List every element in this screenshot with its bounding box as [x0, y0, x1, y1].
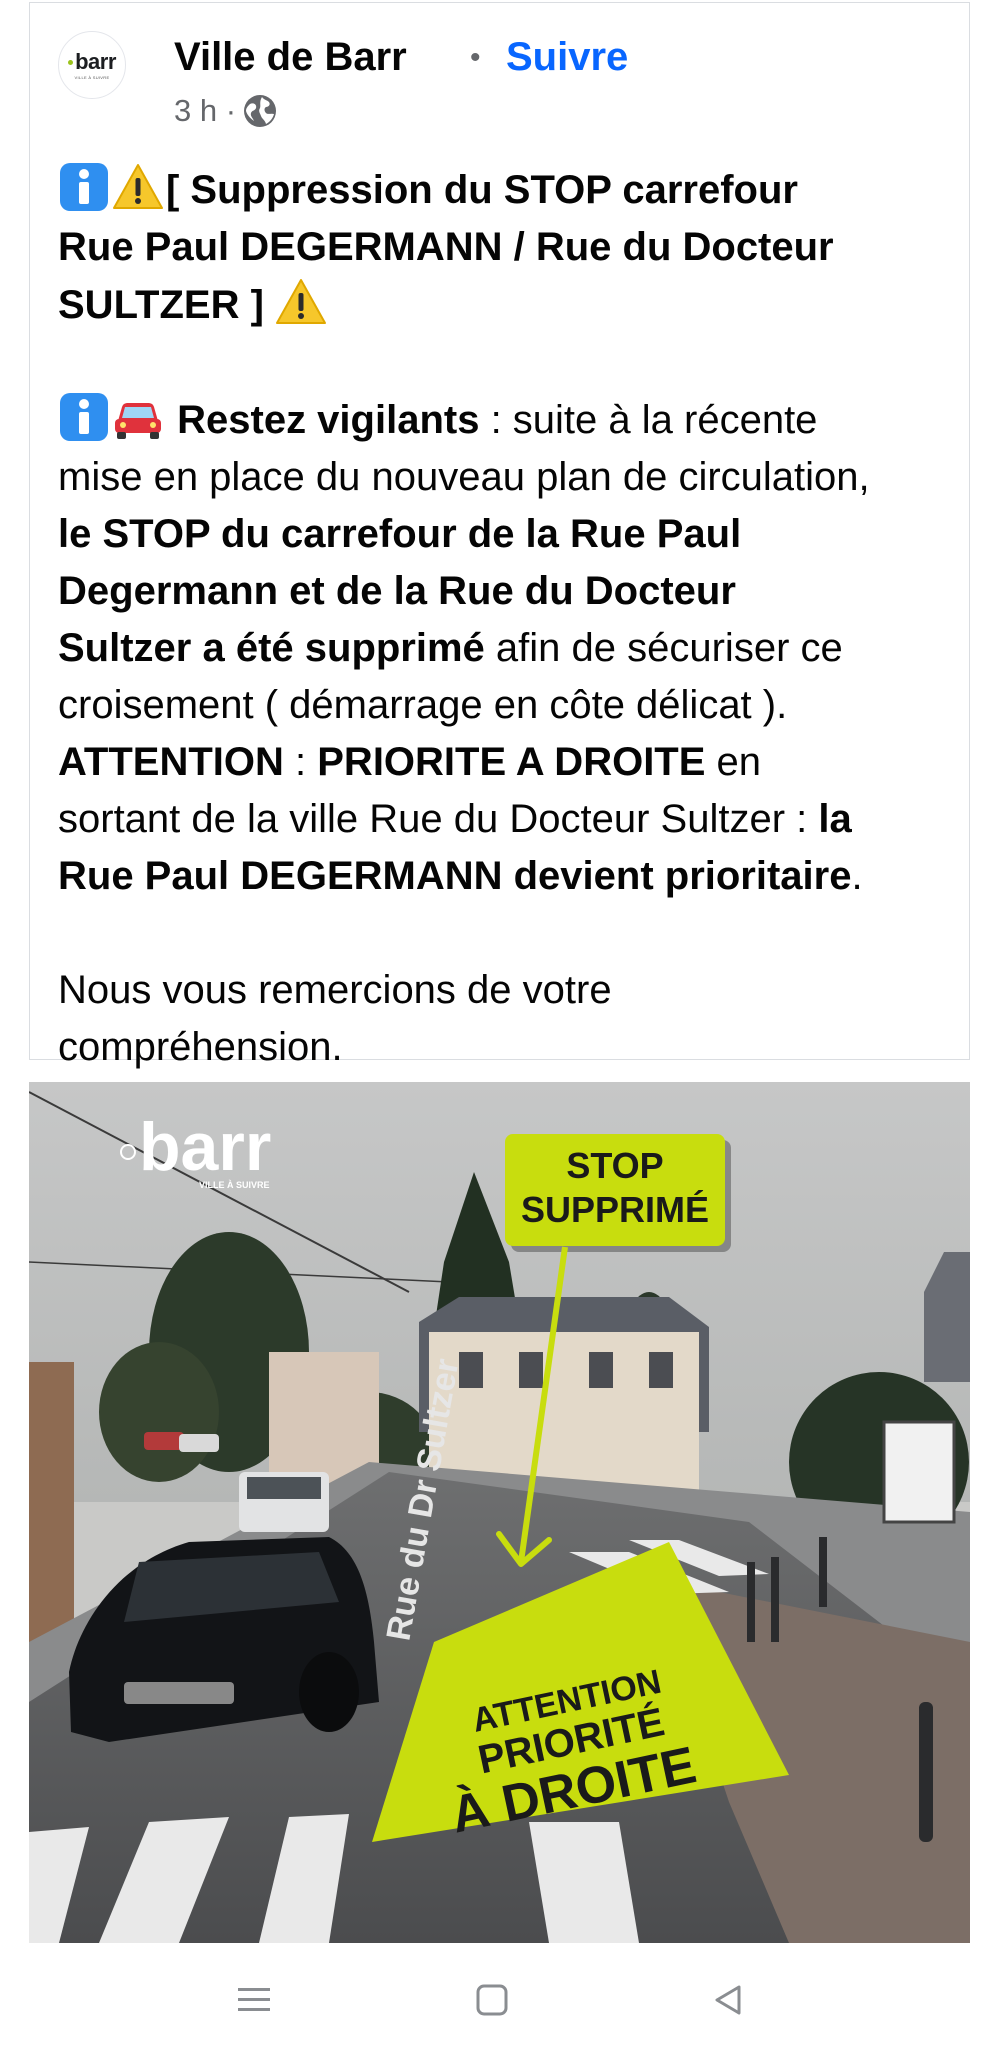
car-emoji-icon — [115, 403, 161, 439]
recent-apps-button[interactable] — [224, 1972, 284, 2028]
photo-logo: barr VILLE À SUIVRE — [120, 1109, 271, 1190]
post-text: [ Suppression du STOP carrefour Rue Paul… — [58, 161, 958, 1076]
post-meta: 3 h · — [174, 93, 278, 129]
menu-icon — [238, 1988, 270, 2011]
black-car — [69, 1537, 379, 1742]
stop-label-line1: STOP — [566, 1145, 663, 1186]
text-line-9: croisement ( démarrage en côte délicat )… — [58, 683, 788, 727]
back-triangle-icon — [715, 1985, 741, 2015]
street-photo: Rue du Dr Sultzer barr VILLE À SUIVRE ST… — [29, 1082, 970, 1943]
stop-label-line2: SUPPRIMÉ — [521, 1189, 709, 1230]
text-line-13: Nous vous remercions de votre — [58, 968, 612, 1012]
white-van — [239, 1472, 329, 1532]
globe-icon — [244, 95, 277, 127]
post-header: barr VILLE À SUIVRE Ville de Barr • Suiv… — [58, 31, 938, 141]
svg-text:VILLE À SUIVRE: VILLE À SUIVRE — [199, 1180, 270, 1190]
follow-button[interactable]: Suivre — [506, 35, 628, 80]
back-button[interactable] — [698, 1972, 758, 2028]
post-photo[interactable]: Rue du Dr Sultzer barr VILLE À SUIVRE ST… — [29, 1082, 970, 1943]
warning-emoji-icon — [276, 279, 327, 324]
text-line-11: sortant de la ville Rue du Docteur Sultz… — [58, 797, 852, 841]
post-time[interactable]: 3 h · — [174, 93, 236, 129]
text-line-1: [ Suppression du STOP carrefour — [58, 161, 958, 219]
post-card: barr VILLE À SUIVRE Ville de Barr • Suiv… — [29, 2, 970, 1069]
text-line-12: Rue Paul DEGERMANN devient prioritaire. — [58, 854, 863, 898]
text-line-4: Restez vigilants : suite à la récente — [58, 391, 958, 449]
home-button[interactable] — [462, 1972, 522, 2028]
text-line-7: Degermann et de la Rue du Docteur — [58, 569, 736, 613]
text-line-3: SULTZER ] — [58, 276, 958, 334]
page-name[interactable]: Ville de Barr — [174, 35, 407, 80]
text-line-10: ATTENTION : PRIORITE A DROITE en — [58, 740, 762, 784]
warning-emoji-icon — [113, 164, 163, 209]
avatar-logo-sub: VILLE À SUIVRE — [74, 74, 110, 80]
text-line-6: le STOP du carrefour de la Rue Paul — [58, 512, 742, 556]
follow-separator: • — [470, 41, 481, 74]
info-emoji-icon — [60, 393, 108, 441]
svg-text:barr: barr — [139, 1109, 271, 1185]
parked-cars — [144, 1432, 219, 1452]
avatar-logo: barr — [68, 50, 116, 73]
home-square-icon — [476, 1984, 508, 2016]
info-emoji-icon — [60, 163, 108, 211]
text-line-8: Sultzer a été supprimé afin de sécuriser… — [58, 626, 843, 670]
system-nav-bar — [0, 1950, 999, 2048]
page-avatar[interactable]: barr VILLE À SUIVRE — [58, 31, 126, 99]
text-line-2: Rue Paul DEGERMANN / Rue du Docteur — [58, 225, 834, 269]
text-line-14: compréhension. — [58, 1025, 343, 1069]
text-line-5: mise en place du nouveau plan de circula… — [58, 455, 870, 499]
